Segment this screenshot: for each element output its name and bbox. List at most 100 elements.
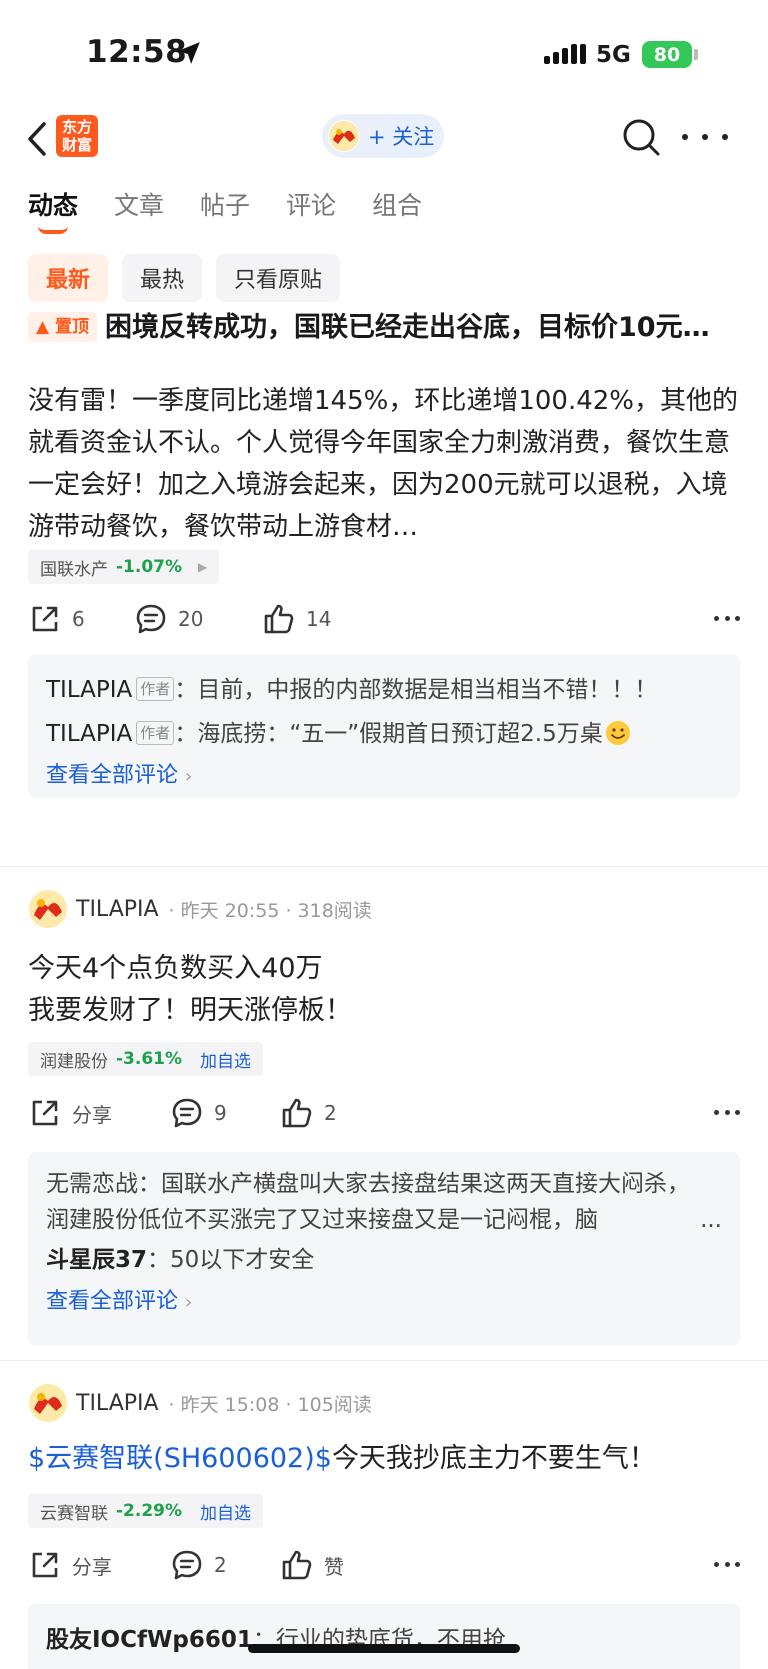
post-body[interactable]: 今天4个点负数买入40万 我要发财了！明天涨停板！ <box>28 948 744 1032</box>
stock-change: -2.29% <box>116 1501 183 1521</box>
comment-button[interactable]: 20 <box>134 602 203 636</box>
tab-articles[interactable]: 文章 <box>114 186 164 222</box>
comment-author[interactable]: 斗星辰37 <box>46 1247 147 1273</box>
stock-link[interactable]: $云赛智联(SH600602)$ <box>28 1443 332 1474</box>
comment-preview: 无需恋战：国联水产横盘叫大家去接盘结果这两天直接大闷杀，润建股份低位不买涨完了又… <box>28 1152 740 1346</box>
comment-count: 9 <box>214 1101 227 1125</box>
share-button[interactable]: 分享 <box>28 1096 112 1130</box>
comment-author[interactable]: TILAPIA <box>46 677 132 703</box>
back-chevron-icon[interactable] <box>22 120 52 158</box>
more-icon[interactable] <box>714 1562 740 1567</box>
stock-name: 国联水产 <box>40 559 108 580</box>
stock-name: 润建股份 <box>40 1051 108 1072</box>
tab-portfolio[interactable]: 组合 <box>372 186 422 222</box>
stock-chip[interactable]: 云赛智联 -2.29% 加自选 <box>28 1494 264 1528</box>
share-button[interactable]: 6 <box>28 602 85 636</box>
share-count: 6 <box>72 607 85 631</box>
tab-label: 动态 <box>28 191 79 220</box>
comment-author[interactable]: 无需恋战 <box>46 1171 138 1197</box>
tab-comments[interactable]: 评论 <box>286 186 336 222</box>
comment-item[interactable]: TILAPIA 作者 ：海底捞：“五一”假期首日预订超2.5万桌 <box>46 712 722 756</box>
like-button[interactable]: 2 <box>280 1096 337 1130</box>
tab-dynamics[interactable]: 动态 <box>28 186 79 234</box>
network-label: 5G <box>596 42 631 68</box>
post-title[interactable]: ▲ 置顶 困境反转成功，国联已经走出谷底，目标价10元… <box>28 306 740 350</box>
status-time: 12:58 <box>86 34 188 70</box>
comment-preview: 股友IOCfWp6601：行业的垫底货，不用抢 <box>28 1604 740 1669</box>
comment-item[interactable]: 斗星辰37：50以下才安全 <box>46 1238 722 1282</box>
comment-button[interactable]: 2 <box>170 1548 227 1582</box>
filter-latest[interactable]: 最新 <box>28 254 109 302</box>
chevron-right-icon: › <box>185 766 193 787</box>
comment-item[interactable]: 无需恋战：国联水产横盘叫大家去接盘结果这两天直接大闷杀，润建股份低位不买涨完了又… <box>46 1166 722 1238</box>
filter-original-only[interactable]: 只看原贴 <box>216 254 341 302</box>
share-button[interactable]: 分享 <box>28 1548 112 1582</box>
filter-bar: 最新 最热 只看原贴 <box>28 254 341 302</box>
app-logo: 东方 财富 <box>56 115 98 157</box>
follow-button[interactable]: + 关注 <box>322 114 444 158</box>
smile-emoji-icon <box>605 721 630 745</box>
chevron-right-icon: › <box>185 1292 193 1313</box>
more-icon[interactable] <box>714 616 740 621</box>
add-watchlist-button[interactable]: 加自选 <box>200 1499 251 1524</box>
chevron-right-icon: ▶ <box>198 560 208 574</box>
post-body[interactable]: $云赛智联(SH600602)$今天我抄底主力不要生气！ <box>28 1438 744 1480</box>
search-icon[interactable] <box>620 116 662 158</box>
stock-chip[interactable]: 润建股份 -3.61% 加自选 <box>28 1042 264 1076</box>
post-actions: 分享 9 2 <box>28 1096 740 1136</box>
comment-button[interactable]: 9 <box>170 1096 227 1130</box>
post-actions: 分享 2 赞 <box>28 1548 740 1588</box>
pin-badge: ▲ 置顶 <box>28 312 97 342</box>
author-name[interactable]: TILAPIA <box>76 1391 159 1416</box>
comment-ellipsis: ... <box>700 1207 722 1233</box>
post-body-line: 今天4个点负数买入40万 <box>28 953 323 984</box>
share-label: 分享 <box>72 1102 112 1127</box>
avatar[interactable] <box>28 1383 68 1423</box>
like-icon <box>282 1098 312 1128</box>
comment-author[interactable]: 股友IOCfWp6601 <box>46 1627 253 1653</box>
more-icon[interactable] <box>714 1110 740 1115</box>
share-icon <box>32 1552 58 1578</box>
view-all-comments-link[interactable]: 查看全部评论 › <box>46 1282 722 1323</box>
comment-count: 2 <box>214 1553 227 1577</box>
comment-text: ：国联水产横盘叫大家去接盘结果这两天直接大闷杀，润建股份低位不买涨完了又过来接盘… <box>46 1171 690 1233</box>
tab-posts[interactable]: 帖子 <box>200 186 250 222</box>
pin-label: 置顶 <box>55 317 89 337</box>
comment-icon <box>136 604 166 634</box>
post-meta: · 昨天 20:55 · 318阅读 <box>168 899 372 922</box>
comment-preview: TILAPIA 作者 ：目前，中报的内部数据是相当相当不错！！！ TILAPIA 作者… <box>28 654 740 798</box>
comment-text: ：50以下才安全 <box>147 1247 315 1273</box>
stock-change: -3.61% <box>116 1049 183 1069</box>
filter-hot[interactable]: 最热 <box>122 254 203 302</box>
stock-name: 云赛智联 <box>40 1503 108 1524</box>
tab-bar: 动态 文章 帖子 评论 组合 <box>28 186 422 234</box>
battery-tip <box>694 49 698 60</box>
comment-item[interactable]: 股友IOCfWp6601：行业的垫底货，不用抢 <box>46 1618 722 1662</box>
comment-text: ：目前，中报的内部数据是相当相当不错！！！ <box>174 677 658 703</box>
author-tag: 作者 <box>136 721 175 745</box>
more-icon[interactable] <box>682 116 728 158</box>
divider <box>0 866 768 867</box>
like-button[interactable]: 14 <box>262 602 331 636</box>
like-button[interactable]: 赞 <box>280 1548 344 1582</box>
author-row: TILAPIA · 昨天 15:08 · 105阅读 <box>28 1382 372 1424</box>
tab-underline <box>38 226 68 234</box>
post-body-text: 今天我抄底主力不要生气！ <box>331 1443 656 1474</box>
stock-chip[interactable]: 国联水产 -1.07% ▶ <box>28 550 220 584</box>
post-body[interactable]: 没有雷！一季度同比递增145%，环比递增100.42%，其他的就看资金认不认。个… <box>28 380 744 548</box>
comment-icon <box>172 1098 202 1128</box>
post-body-line: 我要发财了！明天涨停板！ <box>28 995 352 1026</box>
like-count: 2 <box>324 1101 337 1125</box>
avatar[interactable] <box>28 889 68 929</box>
share-icon <box>32 1100 58 1126</box>
author-tag: 作者 <box>136 677 175 701</box>
comment-author[interactable]: TILAPIA <box>46 721 132 747</box>
view-all-comments-link[interactable]: 查看全部评论 › <box>46 756 722 797</box>
like-count: 14 <box>306 607 332 631</box>
divider <box>0 1360 768 1361</box>
comment-item[interactable]: TILAPIA 作者 ：目前，中报的内部数据是相当相当不错！！！ <box>46 668 722 712</box>
author-name[interactable]: TILAPIA <box>76 897 159 922</box>
view-all-label: 查看全部评论 <box>46 1289 179 1314</box>
add-watchlist-button[interactable]: 加自选 <box>200 1047 251 1072</box>
post-actions: 6 20 14 <box>28 602 740 642</box>
